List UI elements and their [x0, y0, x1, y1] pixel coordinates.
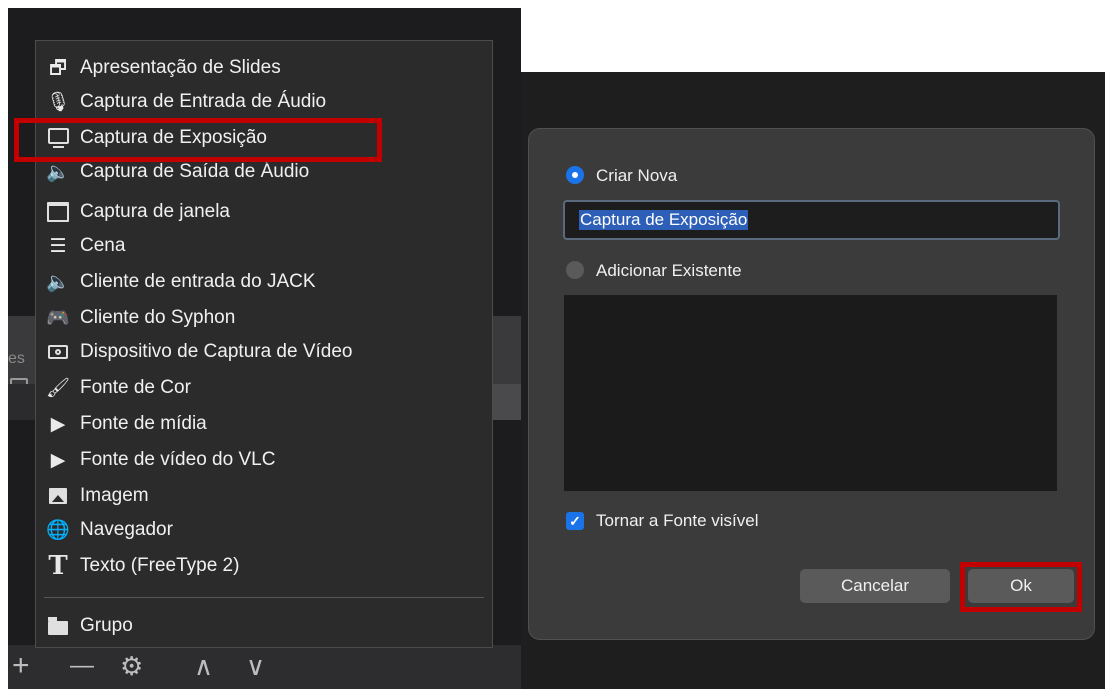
source-name-value: Captura de Exposição [579, 210, 749, 230]
menu-item-color-source[interactable]: 🖌 Fonte de Cor [36, 371, 492, 405]
make-visible-checkbox[interactable]: ✓ [566, 512, 584, 530]
window-icon [47, 202, 69, 222]
menu-item-label: Cena [80, 235, 126, 256]
brush-icon: 🖌 [45, 377, 71, 399]
menu-item-video-capture[interactable]: Dispositivo de Captura de Vídeo [36, 335, 492, 369]
menu-item-image[interactable]: Imagem [36, 479, 492, 513]
menu-item-label: Captura de janela [80, 201, 230, 222]
slideshow-icon: 🗗 [49, 57, 67, 79]
menu-item-slideshow[interactable]: 🗗 Apresentação de Slides [36, 51, 492, 85]
microphone-icon: 🎙 [45, 91, 71, 113]
menu-item-browser[interactable]: 🌐 Navegador [36, 513, 492, 547]
existing-sources-list[interactable] [564, 295, 1057, 491]
menu-item-vlc-source[interactable]: ▶ Fonte de vídeo do VLC [36, 443, 492, 477]
menu-item-scene[interactable]: ☰ Cena [36, 229, 492, 263]
camera-icon [48, 345, 68, 359]
create-new-label: Criar Nova [596, 166, 678, 185]
folder-icon [48, 617, 68, 635]
menu-separator [44, 597, 484, 598]
move-down-icon[interactable]: ∨ [246, 651, 265, 681]
panel-edge [493, 316, 521, 384]
menu-item-label: Imagem [80, 485, 149, 506]
highlight-box-display-capture [14, 118, 382, 162]
sources-panel-row [8, 384, 38, 420]
menu-item-label: Grupo [80, 615, 133, 636]
source-name-input[interactable]: Captura de Exposição [563, 200, 1060, 240]
move-up-icon[interactable]: ∧ [194, 651, 213, 681]
menu-item-media-source[interactable]: ▶ Fonte de mídia [36, 407, 492, 441]
sources-panel-header: es [8, 316, 38, 394]
menu-item-label: Navegador [80, 519, 173, 540]
highlight-box-ok [960, 562, 1082, 612]
remove-source-icon[interactable]: — [70, 651, 94, 681]
add-existing-label: Adicionar Existente [596, 261, 742, 280]
globe-icon: 🌐 [46, 519, 70, 541]
gear-icon[interactable]: ⚙ [120, 651, 143, 681]
menu-item-label: Captura de Entrada de Áudio [80, 91, 327, 112]
menu-item-audio-input[interactable]: 🎙 Captura de Entrada de Áudio [36, 85, 492, 119]
menu-item-label: Fonte de vídeo do VLC [80, 449, 276, 470]
text-icon: T [48, 551, 68, 581]
menu-item-label: Dispositivo de Captura de Vídeo [80, 341, 353, 362]
menu-item-label: Apresentação de Slides [80, 57, 281, 78]
speaker-icon: 🔈 [46, 271, 70, 293]
sources-toolbar: + — ⚙ ∧ ∨ [8, 645, 521, 689]
image-icon [49, 488, 67, 504]
panel-title-fragment: es [8, 350, 25, 367]
menu-item-syphon-client[interactable]: 🎮 Cliente do Syphon [36, 301, 492, 335]
create-new-radio[interactable] [566, 166, 584, 184]
play-icon: ▶ [50, 413, 66, 435]
make-visible-label: Tornar a Fonte visível [596, 511, 759, 530]
menu-item-jack-client[interactable]: 🔈 Cliente de entrada do JACK [36, 265, 492, 299]
menu-item-label: Fonte de mídia [80, 413, 207, 434]
menu-item-window-capture[interactable]: Captura de janela [36, 195, 492, 229]
speaker-icon: 🔈 [46, 161, 70, 183]
add-source-icon[interactable]: + [12, 651, 30, 681]
menu-item-label: Captura de Saída de Áudio [80, 161, 310, 182]
menu-item-label: Cliente do Syphon [80, 307, 236, 328]
play-icon: ▶ [50, 449, 66, 471]
add-existing-radio[interactable] [566, 261, 584, 279]
menu-item-text[interactable]: T Texto (FreeType 2) [36, 549, 492, 583]
list-icon: ☰ [49, 235, 67, 257]
cancel-button[interactable]: Cancelar [800, 569, 950, 603]
menu-item-label: Texto (FreeType 2) [80, 555, 240, 576]
panel-edge-row [493, 384, 521, 420]
menu-item-group[interactable]: Grupo [36, 609, 492, 643]
gamepad-icon: 🎮 [46, 307, 70, 329]
menu-item-label: Fonte de Cor [80, 377, 191, 398]
menu-item-label: Cliente de entrada do JACK [80, 271, 316, 292]
